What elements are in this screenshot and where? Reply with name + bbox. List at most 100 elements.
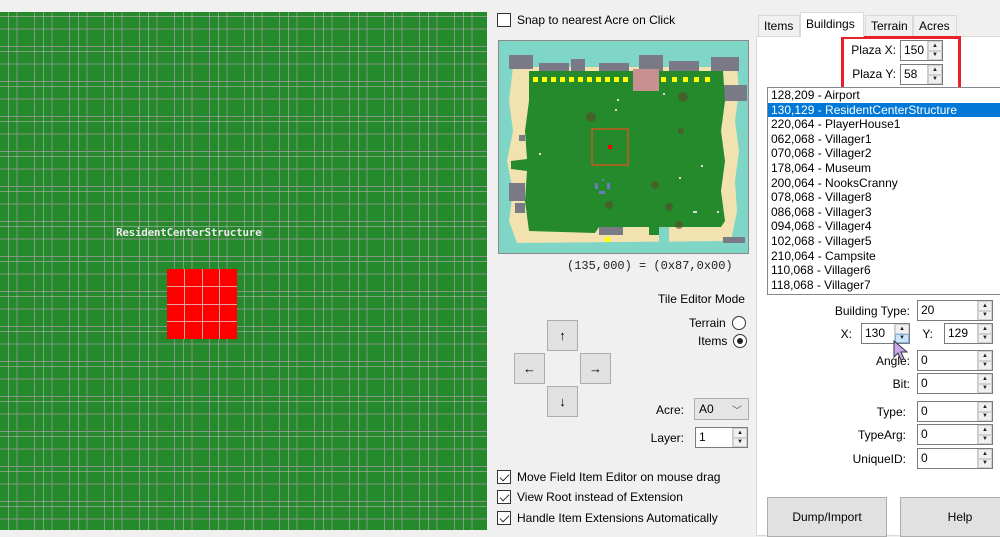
building-list-item[interactable]: 078,068 - Villager8 xyxy=(768,190,1000,205)
mode-items-option[interactable]: Items xyxy=(698,334,748,348)
building-list-item[interactable]: 130,129 - ResidentCenterStructure xyxy=(768,102,1000,118)
spin-up-icon[interactable]: ▲ xyxy=(978,449,992,459)
building-tile xyxy=(220,269,237,286)
tab-acres[interactable]: Acres xyxy=(913,15,957,36)
uniqueid-value[interactable]: 0 xyxy=(918,449,977,468)
building-list-item[interactable]: 128,209 - Airport xyxy=(768,88,1000,103)
snap-acre-option[interactable]: Snap to nearest Acre on Click xyxy=(497,13,675,27)
building-list-item[interactable]: 086,068 - Villager3 xyxy=(768,205,1000,220)
tab-terrain[interactable]: Terrain xyxy=(865,15,913,36)
spin-down-icon[interactable]: ▼ xyxy=(978,333,992,343)
mode-terrain-option[interactable]: Terrain xyxy=(689,316,746,330)
building-list-item[interactable]: 200,064 - NooksCranny xyxy=(768,176,1000,191)
spin-up-icon[interactable]: ▲ xyxy=(978,301,992,311)
island-minimap[interactable] xyxy=(498,40,749,254)
spin-down-icon[interactable]: ▼ xyxy=(928,50,942,60)
spin-down-icon[interactable]: ▼ xyxy=(978,360,992,370)
bit-value[interactable]: 0 xyxy=(918,374,977,393)
y-value[interactable]: 129 xyxy=(945,324,977,343)
spin-up-icon[interactable]: ▲ xyxy=(978,425,992,435)
building-list-item[interactable]: 178,064 - Museum xyxy=(768,161,1000,176)
spin-up-icon[interactable]: ▲ xyxy=(733,428,747,438)
spin-up-icon[interactable]: ▲ xyxy=(928,41,942,51)
handle-extensions-checkbox[interactable] xyxy=(497,511,511,525)
uniqueid-stepper[interactable]: 0 ▲ ▼ xyxy=(917,448,993,469)
building-tile xyxy=(184,322,202,339)
move-right-button[interactable]: → xyxy=(580,353,611,384)
minimap-marker xyxy=(596,77,601,82)
bit-stepper[interactable]: 0 ▲ ▼ xyxy=(917,373,993,394)
spin-up-icon[interactable]: ▲ xyxy=(978,374,992,384)
tab-items[interactable]: Items xyxy=(758,15,800,36)
spin-up-icon[interactable]: ▲ xyxy=(978,324,992,334)
building-type-stepper[interactable]: 20 ▲ ▼ xyxy=(917,300,993,321)
snap-acre-checkbox[interactable] xyxy=(497,13,511,27)
handle-extensions-option[interactable]: Handle Item Extensions Automatically xyxy=(497,511,718,525)
spin-down-icon[interactable]: ▼ xyxy=(978,458,992,468)
spin-up-icon[interactable]: ▲ xyxy=(895,324,909,334)
building-tile xyxy=(184,269,202,286)
plaza-x-label: Plaza X: xyxy=(851,43,896,57)
building-list[interactable]: 128,209 - Airport 130,129 - ResidentCente… xyxy=(767,87,1000,295)
dump-import-button[interactable]: Dump/Import xyxy=(767,497,887,537)
spin-down-icon[interactable]: ▼ xyxy=(978,411,992,421)
plaza-y-stepper[interactable]: 58 ▲ ▼ xyxy=(900,64,943,85)
spin-down-icon[interactable]: ▼ xyxy=(733,437,747,447)
building-tile xyxy=(184,304,202,322)
building-type-label: Building Type: xyxy=(834,304,910,318)
minimap-marker xyxy=(587,77,592,82)
building-tile xyxy=(184,286,202,304)
spin-down-icon[interactable]: ▼ xyxy=(978,383,992,393)
spin-up-icon[interactable]: ▲ xyxy=(928,65,942,75)
building-list-item[interactable]: 094,068 - Villager4 xyxy=(768,219,1000,234)
type-value[interactable]: 0 xyxy=(918,402,977,421)
typearg-value[interactable]: 0 xyxy=(918,425,977,444)
building-list-item[interactable]: 220,064 - PlayerHouse1 xyxy=(768,117,1000,132)
move-editor-option[interactable]: Move Field Item Editor on mouse drag xyxy=(497,470,720,484)
x-value[interactable]: 130 xyxy=(862,324,894,343)
spin-down-icon[interactable]: ▼ xyxy=(978,310,992,320)
move-up-button[interactable]: ↑ xyxy=(547,320,578,351)
building-list-item[interactable]: 070,068 - Villager2 xyxy=(768,146,1000,161)
angle-stepper[interactable]: 0 ▲ ▼ xyxy=(917,350,993,371)
building-list-item[interactable]: 110,068 - Villager6 xyxy=(768,263,1000,278)
x-label: X: xyxy=(840,327,852,341)
help-button[interactable]: Help xyxy=(900,497,1000,537)
view-root-option[interactable]: View Root instead of Extension xyxy=(497,490,683,504)
spin-up-icon[interactable]: ▲ xyxy=(978,351,992,361)
type-stepper[interactable]: 0 ▲ ▼ xyxy=(917,401,993,422)
building-tile xyxy=(167,286,184,304)
layer-value[interactable]: 1 xyxy=(696,428,732,447)
plaza-x-stepper[interactable]: 150 ▲ ▼ xyxy=(900,40,943,61)
spin-up-icon[interactable]: ▲ xyxy=(978,402,992,412)
spin-down-icon[interactable]: ▼ xyxy=(978,434,992,444)
move-left-button[interactable]: ← xyxy=(514,353,545,384)
minimap-marker xyxy=(551,77,556,82)
building-list-item[interactable]: 062,068 - Villager1 xyxy=(768,132,1000,147)
acre-label: Acre: xyxy=(655,403,684,417)
building-type-value[interactable]: 20 xyxy=(918,301,977,320)
plaza-x-value[interactable]: 150 xyxy=(901,41,927,60)
plaza-y-value[interactable]: 58 xyxy=(901,65,927,84)
building-list-item[interactable]: 210,064 - Campsite xyxy=(768,249,1000,264)
move-down-button[interactable]: ↓ xyxy=(547,386,578,417)
spin-down-icon[interactable]: ▼ xyxy=(928,74,942,84)
view-root-checkbox[interactable] xyxy=(497,490,511,504)
tab-buildings[interactable]: Buildings xyxy=(800,12,864,37)
building-list-item[interactable]: 102,068 - Villager5 xyxy=(768,234,1000,249)
tile-editor-mode-title: Tile Editor Mode xyxy=(658,292,745,306)
building-footprint[interactable] xyxy=(167,269,237,339)
building-tile xyxy=(202,322,220,339)
acre-dropdown[interactable]: A0 ﹀ xyxy=(694,398,749,420)
snap-acre-label: Snap to nearest Acre on Click xyxy=(517,13,676,27)
mode-items-radio[interactable] xyxy=(733,334,748,348)
layer-stepper[interactable]: 1 ▲ ▼ xyxy=(695,427,748,448)
building-tile xyxy=(220,322,237,339)
map-grid-canvas[interactable] xyxy=(0,12,487,530)
building-list-item[interactable]: 118,068 - Villager7 xyxy=(768,278,1000,293)
mode-terrain-radio[interactable] xyxy=(731,316,746,330)
y-stepper[interactable]: 129 ▲ ▼ xyxy=(944,323,993,344)
angle-value[interactable]: 0 xyxy=(918,351,977,370)
move-editor-checkbox[interactable] xyxy=(497,470,511,484)
typearg-stepper[interactable]: 0 ▲ ▼ xyxy=(917,424,993,445)
